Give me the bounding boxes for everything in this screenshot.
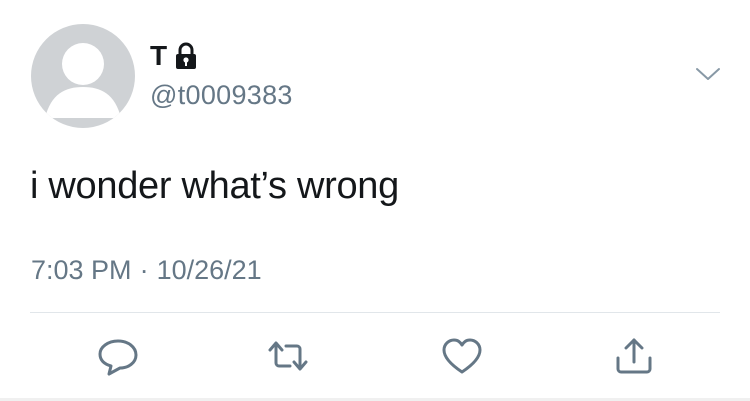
tweet-time: 7:03 PM	[31, 255, 132, 285]
heart-icon	[442, 338, 482, 374]
default-avatar-icon	[45, 43, 121, 118]
tweet-date: 10/26/21	[156, 255, 262, 285]
avatar[interactable]	[31, 24, 135, 128]
name-row: T	[150, 42, 198, 70]
reply-icon	[98, 339, 138, 376]
meta-separator: ·	[139, 255, 149, 285]
lock-icon	[174, 42, 198, 70]
retweet-icon	[268, 341, 308, 371]
share-icon	[616, 338, 652, 374]
chevron-down-icon[interactable]	[694, 63, 722, 83]
tweet-text: i wonder what’s wrong	[30, 165, 399, 207]
retweet-button[interactable]	[266, 336, 310, 376]
share-button[interactable]	[612, 336, 656, 376]
divider	[30, 312, 720, 313]
like-button[interactable]	[440, 336, 484, 376]
tweet-timestamp[interactable]: 7:03 PM · 10/26/21	[31, 254, 262, 286]
display-name[interactable]: T	[150, 42, 168, 70]
reply-button[interactable]	[96, 336, 140, 376]
user-handle[interactable]: @t0009383	[150, 79, 293, 111]
